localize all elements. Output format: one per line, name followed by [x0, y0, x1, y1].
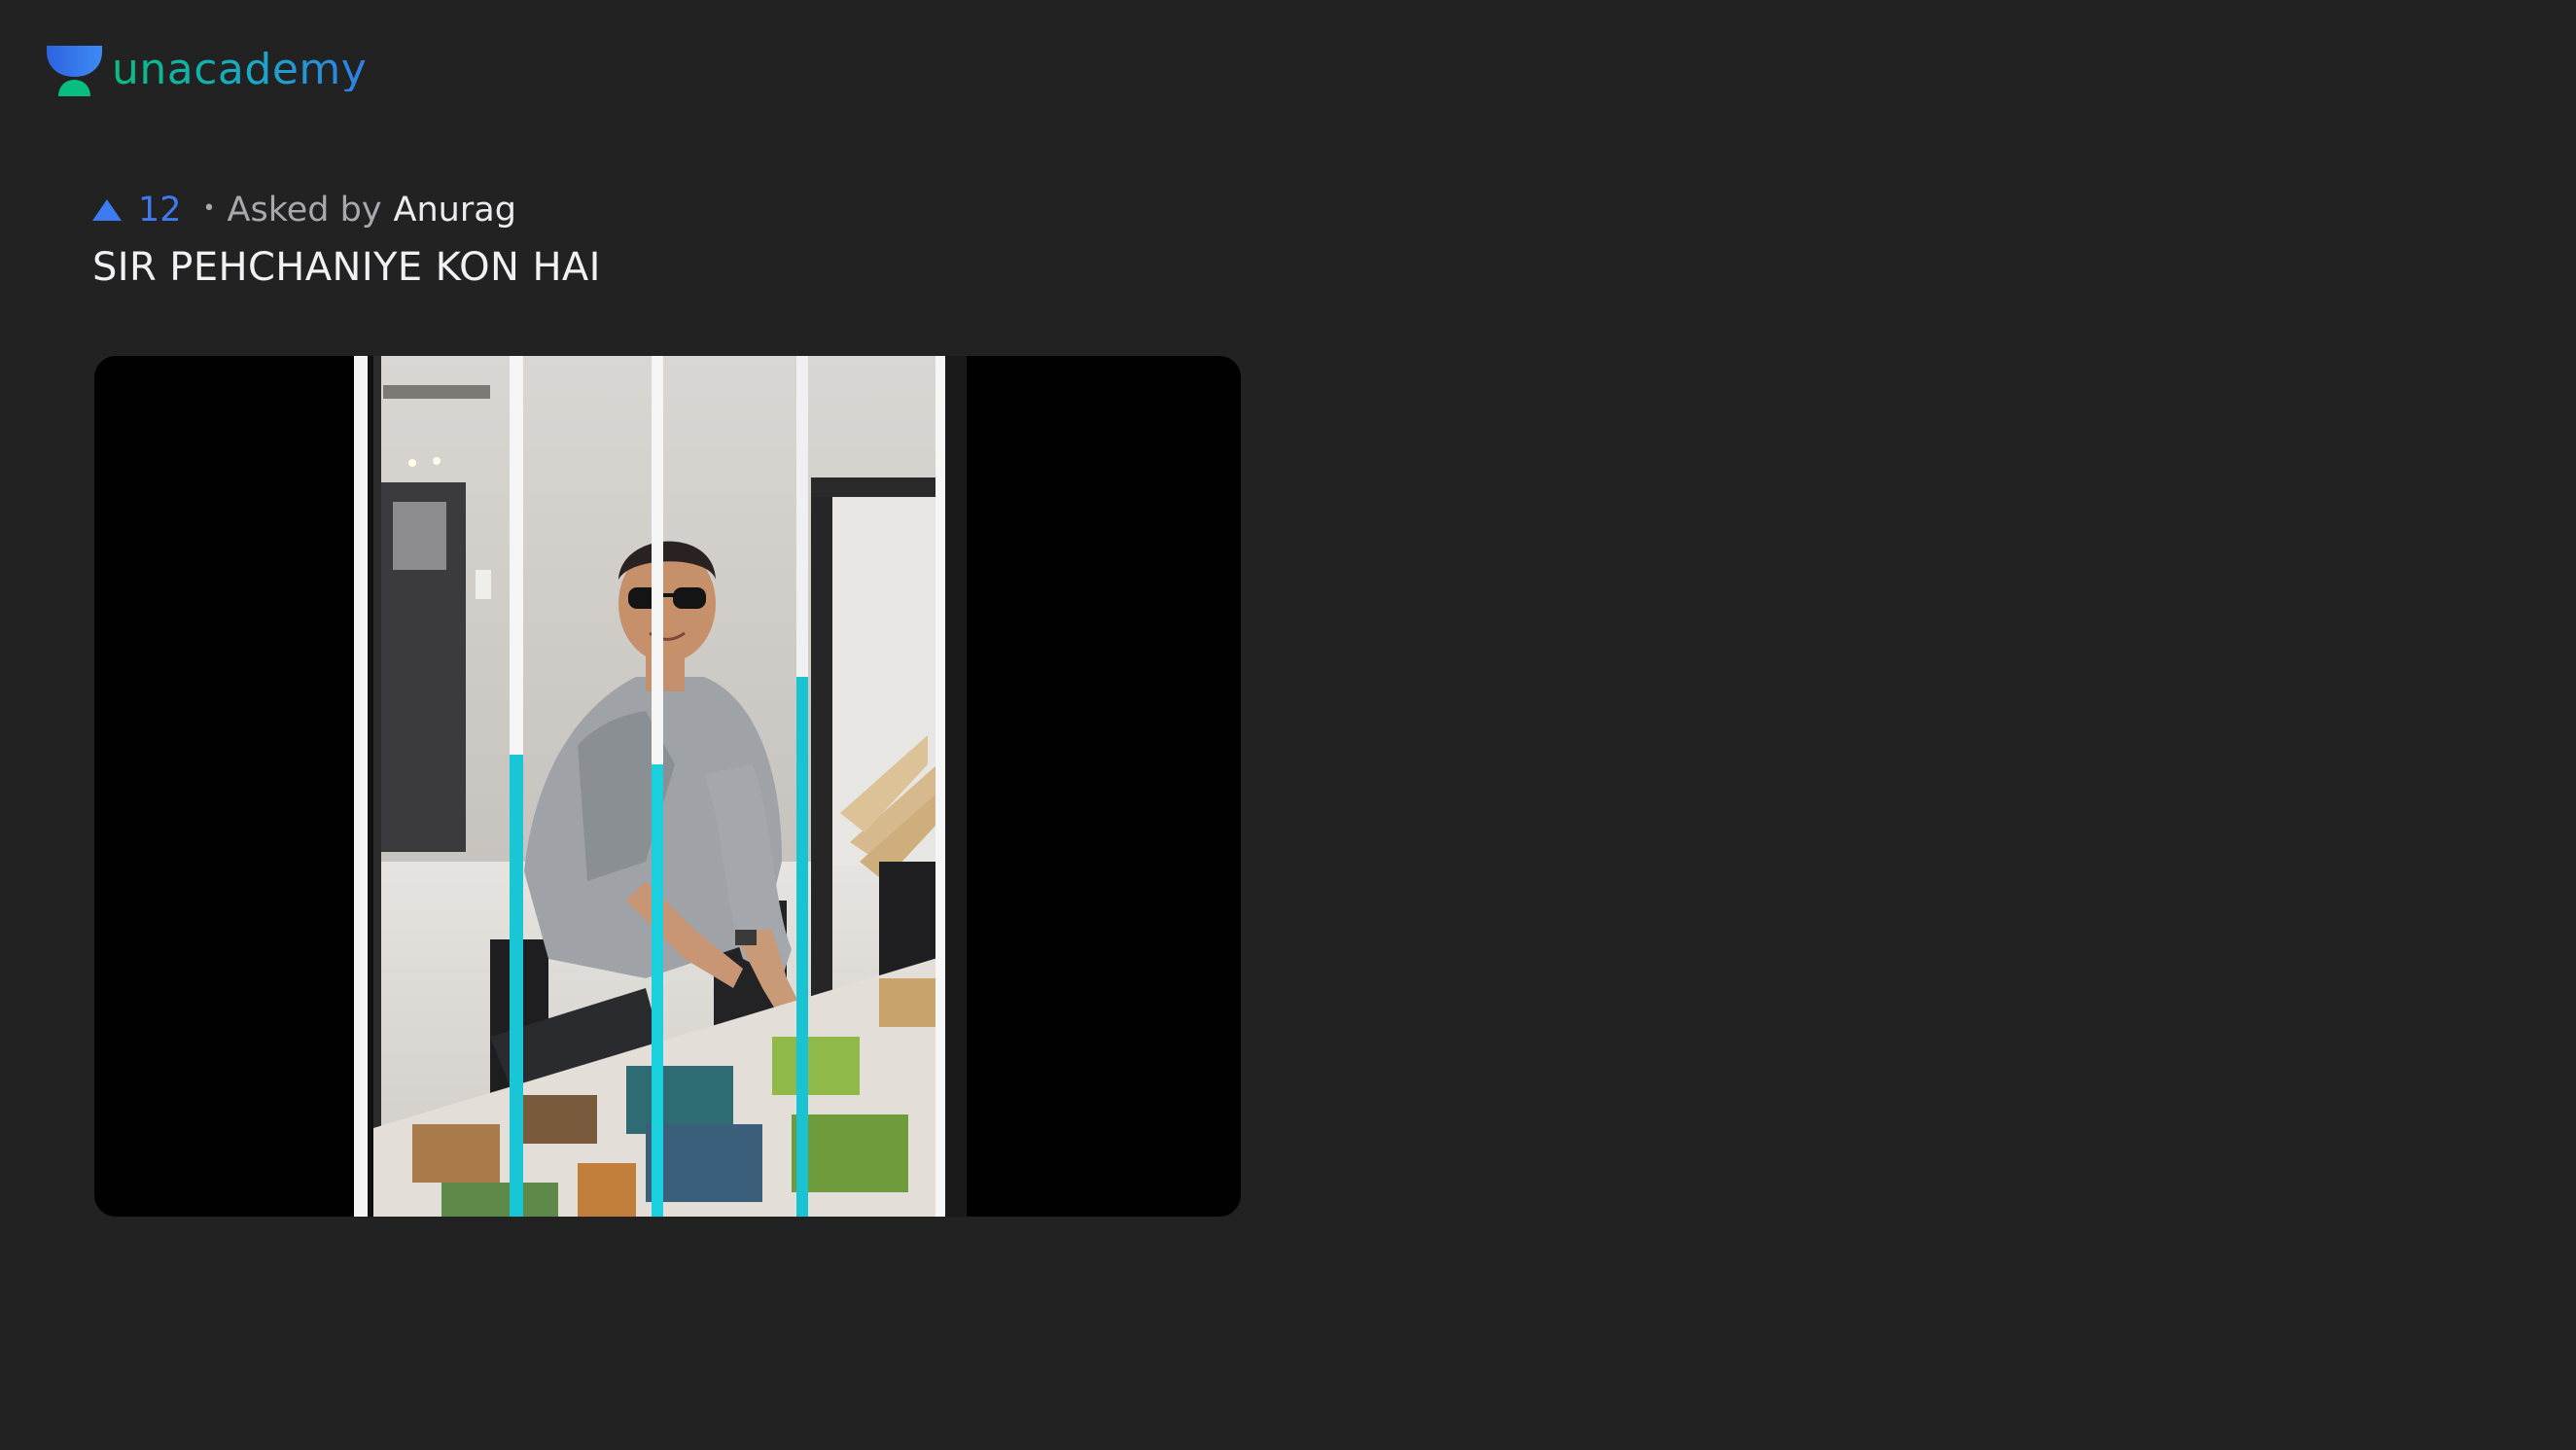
upvote-triangle-icon: [92, 199, 122, 221]
upvote-count: 12: [138, 191, 182, 230]
question-photo: [354, 356, 967, 1217]
question-image[interactable]: [94, 356, 1241, 1217]
page: unacademy 12 • Asked by Anurag SIR PEHCH…: [0, 0, 2576, 1450]
separator-dot: •: [202, 195, 216, 221]
upvote-button[interactable]: 12: [91, 191, 182, 230]
unacademy-logo-icon: [47, 46, 102, 96]
brand-logo[interactable]: unacademy: [45, 41, 367, 99]
author-name[interactable]: Anurag: [394, 191, 516, 230]
asked-by-label: Asked by: [227, 191, 382, 230]
brand-name: unacademy: [112, 45, 368, 94]
question-text: SIR PEHCHANIYE KON HAI: [92, 245, 601, 290]
question-meta: 12 • Asked by Anurag: [91, 186, 516, 234]
